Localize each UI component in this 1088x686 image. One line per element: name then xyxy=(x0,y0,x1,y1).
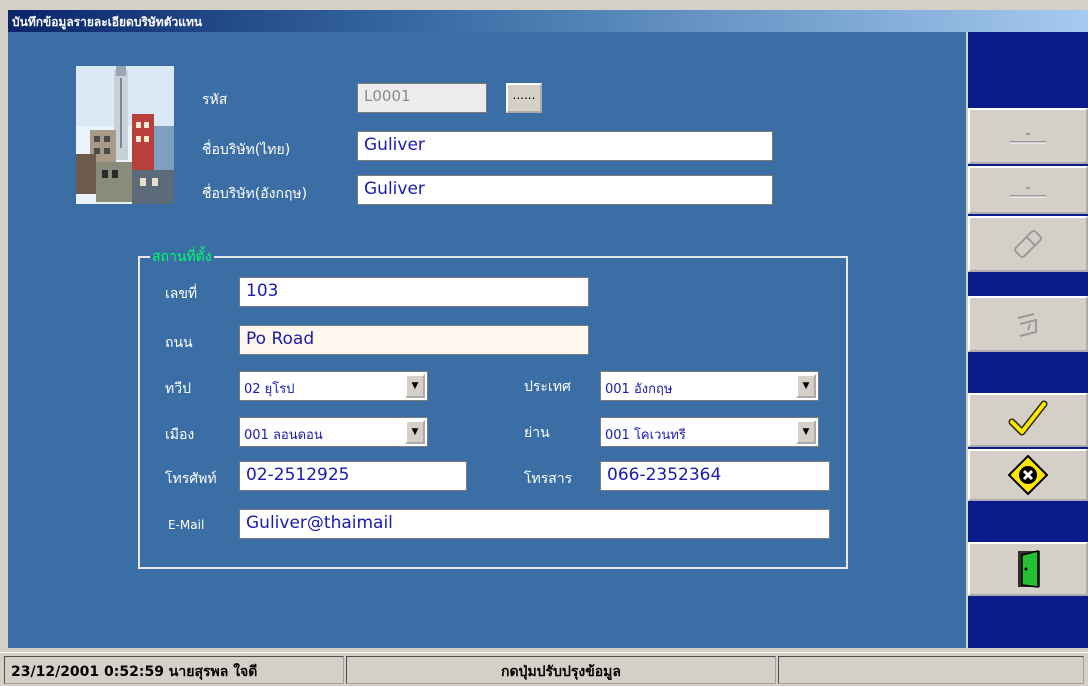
district-label: ย่าน xyxy=(524,425,550,441)
district-dropdown[interactable]: 001 โคเวนทรี ▼ xyxy=(600,417,819,447)
exit-button[interactable] xyxy=(968,542,1088,596)
title-bar: บันทึกข้อมูลรายละเอียดบริษัทตัวแทน xyxy=(8,10,1088,32)
code-label: รหัส xyxy=(202,92,228,108)
insert-record-icon xyxy=(1006,178,1050,202)
district-value: 001 โคเวนทรี xyxy=(605,428,686,443)
cancel-icon xyxy=(1006,453,1050,497)
phone-field[interactable]: 02-2512925 xyxy=(239,461,467,491)
chevron-down-icon[interactable]: ▼ xyxy=(405,374,425,398)
search-hand-icon xyxy=(1008,304,1048,344)
code-lookup-button[interactable]: ...... xyxy=(506,83,542,113)
continent-value: 02 ยุโรป xyxy=(244,382,295,397)
email-field[interactable]: Guliver@thaimail xyxy=(239,509,830,539)
erase-button[interactable] xyxy=(968,216,1088,272)
company-name-en-label: ชื่อบริษัท(อังกฤษ) xyxy=(202,186,308,202)
checkmark-icon xyxy=(1006,398,1050,442)
save-button[interactable] xyxy=(968,393,1088,447)
exit-door-icon xyxy=(1008,547,1048,591)
status-bar: 23/12/2001 0:52:59 นายสุรพล ใจดี กดปุ่มป… xyxy=(0,652,1088,686)
country-dropdown[interactable]: 001 อังกฤษ ▼ xyxy=(600,371,819,401)
continent-dropdown[interactable]: 02 ยุโรป ▼ xyxy=(239,371,428,401)
address-no-field[interactable]: 103 xyxy=(239,277,589,307)
company-name-en-field[interactable]: Guliver xyxy=(357,175,773,205)
email-label: E-Mail xyxy=(168,518,205,532)
chevron-down-icon[interactable]: ▼ xyxy=(796,420,816,444)
eraser-icon xyxy=(1008,224,1048,264)
road-field[interactable]: Po Road xyxy=(239,325,589,355)
address-no-label: เลขที่ xyxy=(165,286,198,302)
chevron-down-icon[interactable]: ▼ xyxy=(405,420,425,444)
status-extra xyxy=(778,656,1084,684)
fax-field[interactable]: 066-2352364 xyxy=(600,461,830,491)
company-name-th-label: ชื่อบริษัท(ไทย) xyxy=(202,142,291,158)
city-dropdown[interactable]: 001 ลอนดอน ▼ xyxy=(239,417,428,447)
status-hint: กดปุ่มปรับปรุงข้อมูล xyxy=(346,656,776,684)
phone-label: โทรศัพท์ xyxy=(165,471,217,487)
code-field[interactable]: L0001 xyxy=(357,83,487,113)
cancel-button[interactable] xyxy=(968,449,1088,501)
chevron-down-icon[interactable]: ▼ xyxy=(796,374,816,398)
road-label: ถนน xyxy=(165,335,193,351)
status-datetime-user: 23/12/2001 0:52:59 นายสุรพล ใจดี xyxy=(4,656,344,684)
country-label: ประเทศ xyxy=(524,379,571,395)
fax-label: โทรสาร xyxy=(524,471,573,487)
city-label: เมือง xyxy=(165,427,195,443)
continent-label: ทวีป xyxy=(165,381,191,397)
city-value: 001 ลอนดอน xyxy=(244,428,323,443)
app-window: บันทึกข้อมูลรายละเอียดบริษัทตัวแทน รหัส … xyxy=(0,0,1088,686)
add-record-icon xyxy=(1006,124,1050,148)
insert-record-button[interactable] xyxy=(968,166,1088,214)
location-group-title: สถานที่ตั้ง xyxy=(150,246,214,268)
company-logo-image xyxy=(76,66,174,204)
search-button[interactable] xyxy=(968,296,1088,352)
add-record-button[interactable] xyxy=(968,108,1088,164)
country-value: 001 อังกฤษ xyxy=(605,382,673,397)
window-title: บันทึกข้อมูลรายละเอียดบริษัทตัวแทน xyxy=(12,15,203,29)
company-name-th-field[interactable]: Guliver xyxy=(357,131,773,161)
